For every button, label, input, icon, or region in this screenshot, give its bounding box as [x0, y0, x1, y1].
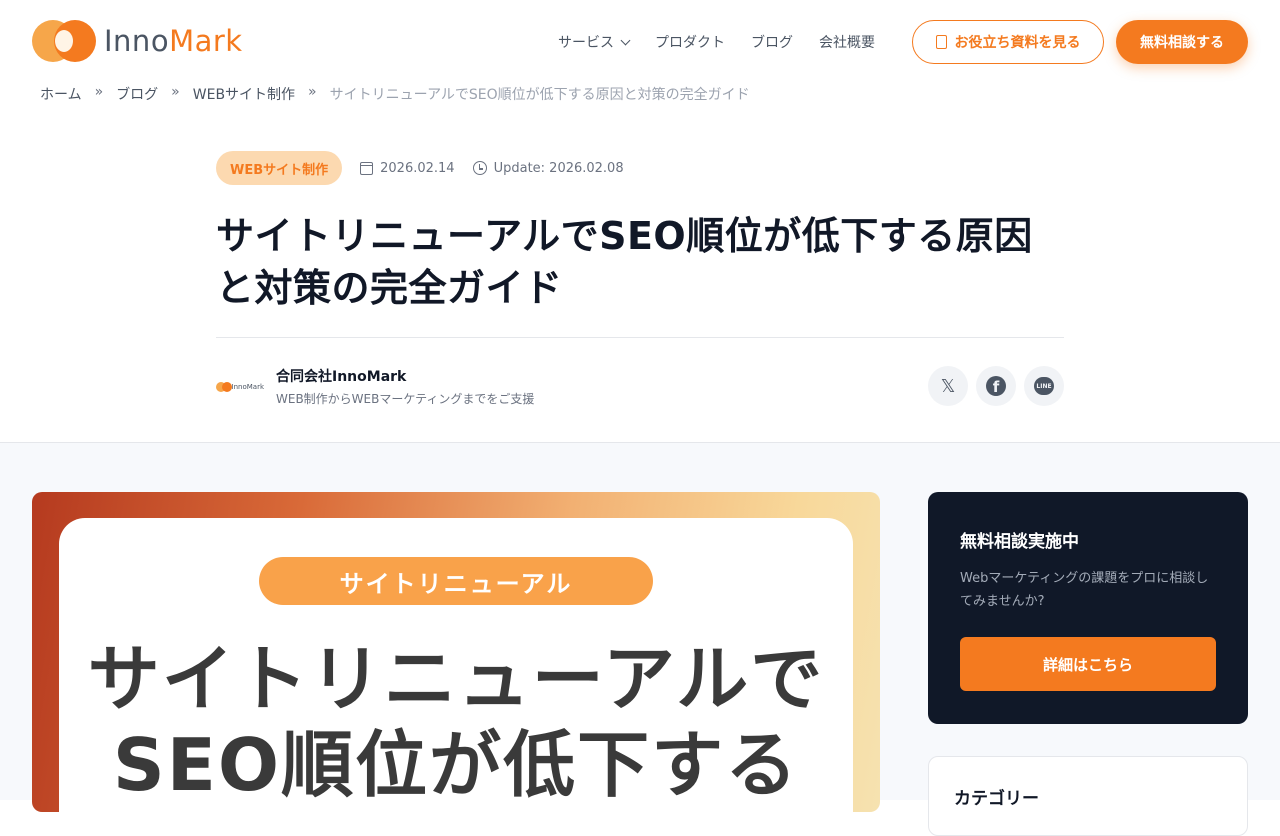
share-buttons: 𝕏 f LINE — [928, 366, 1064, 406]
hero-title: サイトリニューアルで SEO順位が低下する — [59, 636, 853, 808]
breadcrumb-separator: » — [171, 84, 180, 100]
document-icon — [935, 35, 947, 49]
author-name: 合同会社InnoMark — [276, 369, 407, 385]
author-logo: InnoMark — [216, 379, 264, 395]
hero-card: サイトリニューアル サイトリニューアルで SEO順位が低下する — [59, 518, 853, 812]
breadcrumb-category[interactable]: WEBサイト制作 — [193, 84, 295, 104]
free-consultation-button[interactable]: 無料相談する — [1116, 20, 1248, 64]
hero-image: サイトリニューアル サイトリニューアルで SEO順位が低下する — [32, 492, 880, 812]
hero-title-line: SEO順位が低下する — [112, 723, 800, 807]
clock-icon — [472, 161, 487, 175]
article-meta: WEBサイト制作 2026.02.14 Update: 2026.02.08 — [216, 151, 624, 185]
author-description: WEB制作からWEBマーケティングまでをご支援 — [276, 392, 535, 406]
divider — [216, 337, 1064, 338]
nav-item-services[interactable]: サービス — [558, 32, 631, 52]
sidebar-cta: 無料相談実施中 Webマーケティングの課題をプロに相談してみませんか? 詳細はこ… — [928, 492, 1248, 724]
content-area: サイトリニューアル サイトリニューアルで SEO順位が低下する 無料相談実施中 … — [0, 442, 1280, 836]
nav-item-blog[interactable]: ブログ — [751, 32, 793, 52]
nav-item-company[interactable]: 会社概要 — [819, 32, 875, 52]
resources-button-label: お役立ち資料を見る — [954, 35, 1081, 51]
share-facebook-button[interactable]: f — [976, 366, 1016, 406]
category-badge[interactable]: WEBサイト制作 — [216, 151, 343, 185]
site-header: InnoMark サービス プロダクト ブログ 会社概要 お役立ち資料を見る 無… — [0, 0, 1280, 84]
hero-title-line: サイトリニューアルで — [87, 637, 825, 721]
calendar-icon — [360, 161, 374, 175]
site-logo[interactable]: InnoMark — [32, 20, 243, 62]
main-nav: サービス プロダクト ブログ 会社概要 — [558, 32, 875, 52]
published-date: 2026.02.14 — [360, 160, 455, 176]
cta-details-button[interactable]: 詳細はこちら — [960, 637, 1216, 691]
hero-pill: サイトリニューアル — [259, 557, 653, 605]
cta-title: 無料相談実施中 — [960, 532, 1079, 552]
breadcrumb-blog[interactable]: ブログ — [116, 84, 158, 104]
updated-date-text: Update: 2026.02.08 — [493, 160, 624, 176]
sidebar-categories: カテゴリー — [928, 756, 1248, 836]
line-icon: LINE — [1034, 377, 1054, 395]
share-line-button[interactable]: LINE — [1024, 366, 1064, 406]
nav-item-products[interactable]: プロダクト — [655, 32, 725, 52]
logo-mark-icon — [216, 381, 232, 392]
breadcrumb-separator: » — [94, 84, 104, 100]
resources-button[interactable]: お役立ち資料を見る — [912, 20, 1104, 64]
chevron-down-icon — [620, 35, 631, 45]
breadcrumb-current: サイトリニューアルでSEO順位が低下する原因と対策の完全ガイド — [329, 87, 750, 103]
article-title: サイトリニューアルでSEO順位が低下する原因と対策の完全ガイド — [216, 214, 1033, 310]
breadcrumb-home[interactable]: ホーム — [40, 84, 82, 104]
logo-text: InnoMark — [104, 24, 243, 58]
published-date-text: 2026.02.14 — [380, 160, 455, 176]
share-x-button[interactable]: 𝕏 — [928, 366, 968, 406]
facebook-icon: f — [986, 376, 1006, 396]
breadcrumb: ホーム » ブログ » WEBサイト制作 » サイトリニューアルでSEO順位が低… — [40, 84, 750, 104]
categories-title: カテゴリー — [954, 789, 1039, 809]
breadcrumb-separator: » — [308, 84, 317, 100]
author-logo-text: InnoMark — [231, 382, 264, 391]
author-block: InnoMark 合同会社InnoMark WEB制作からWEBマーケティングま… — [216, 366, 534, 407]
x-icon: 𝕏 — [940, 375, 956, 397]
logo-mark-icon — [32, 20, 96, 62]
updated-date: Update: 2026.02.08 — [472, 160, 624, 176]
cta-text: Webマーケティングの課題をプロに相談してみませんか? — [960, 571, 1209, 609]
